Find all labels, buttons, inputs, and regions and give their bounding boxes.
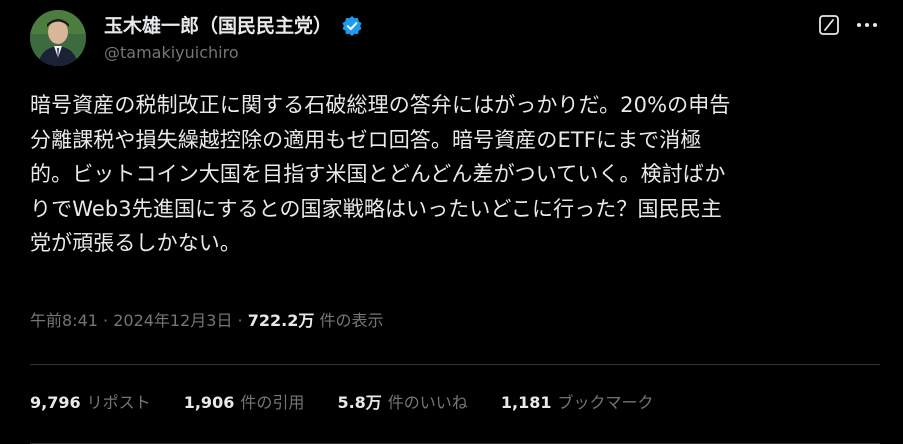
- likes-count: 5.8万: [337, 393, 382, 412]
- tweet-meta: 午前8:41 · 2024年12月3日 · 722.2万 件の表示: [30, 308, 383, 334]
- bookmarks-count: 1,181: [500, 393, 552, 412]
- divider: [30, 364, 880, 365]
- meta-separator: ·: [232, 311, 248, 330]
- grok-icon[interactable]: [818, 14, 840, 36]
- meta-separator: ·: [97, 311, 114, 330]
- verified-badge-icon[interactable]: [341, 15, 363, 37]
- display-name[interactable]: 玉木雄一郎（国民民主党）: [104, 14, 332, 38]
- tweet-time[interactable]: 午前8:41: [30, 311, 98, 330]
- tweet-card: 玉木雄一郎（国民民主党） @tamakiyuichiro 暗号資産の税制改正に関…: [0, 0, 903, 444]
- tweet-header: 玉木雄一郎（国民民主党） @tamakiyuichiro: [30, 10, 880, 70]
- avatar-image: [30, 10, 86, 66]
- reposts-stat[interactable]: 9,796 リポスト: [30, 390, 151, 416]
- quotes-label: 件の引用: [240, 393, 305, 412]
- more-options-icon[interactable]: [854, 12, 880, 38]
- views-count: 722.2万: [247, 311, 315, 330]
- user-handle[interactable]: @tamakiyuichiro: [104, 42, 363, 64]
- engagement-stats: 9,796 リポスト 1,906 件の引用 5.8万 件のいいね 1,181 ブックマー…: [30, 390, 682, 416]
- likes-label: 件のいいね: [387, 393, 468, 412]
- avatar[interactable]: [30, 10, 86, 66]
- bookmarks-label: ブックマーク: [557, 393, 654, 412]
- reposts-label: リポスト: [86, 393, 151, 412]
- likes-stat[interactable]: 5.8万 件のいいね: [337, 390, 467, 416]
- quotes-stat[interactable]: 1,906 件の引用: [184, 390, 305, 416]
- name-block: 玉木雄一郎（国民民主党） @tamakiyuichiro: [104, 14, 363, 64]
- views-label: 件の表示: [314, 311, 384, 330]
- reposts-count: 9,796: [30, 393, 81, 412]
- bookmarks-stat[interactable]: 1,181 ブックマーク: [501, 390, 654, 416]
- tweet-date[interactable]: 2024年12月3日: [113, 311, 232, 330]
- tweet-text: 暗号資産の税制改正に関する石破総理の答弁にはがっかりだ。20%の申告 分離課税や…: [30, 93, 731, 255]
- quotes-count: 1,906: [183, 393, 235, 412]
